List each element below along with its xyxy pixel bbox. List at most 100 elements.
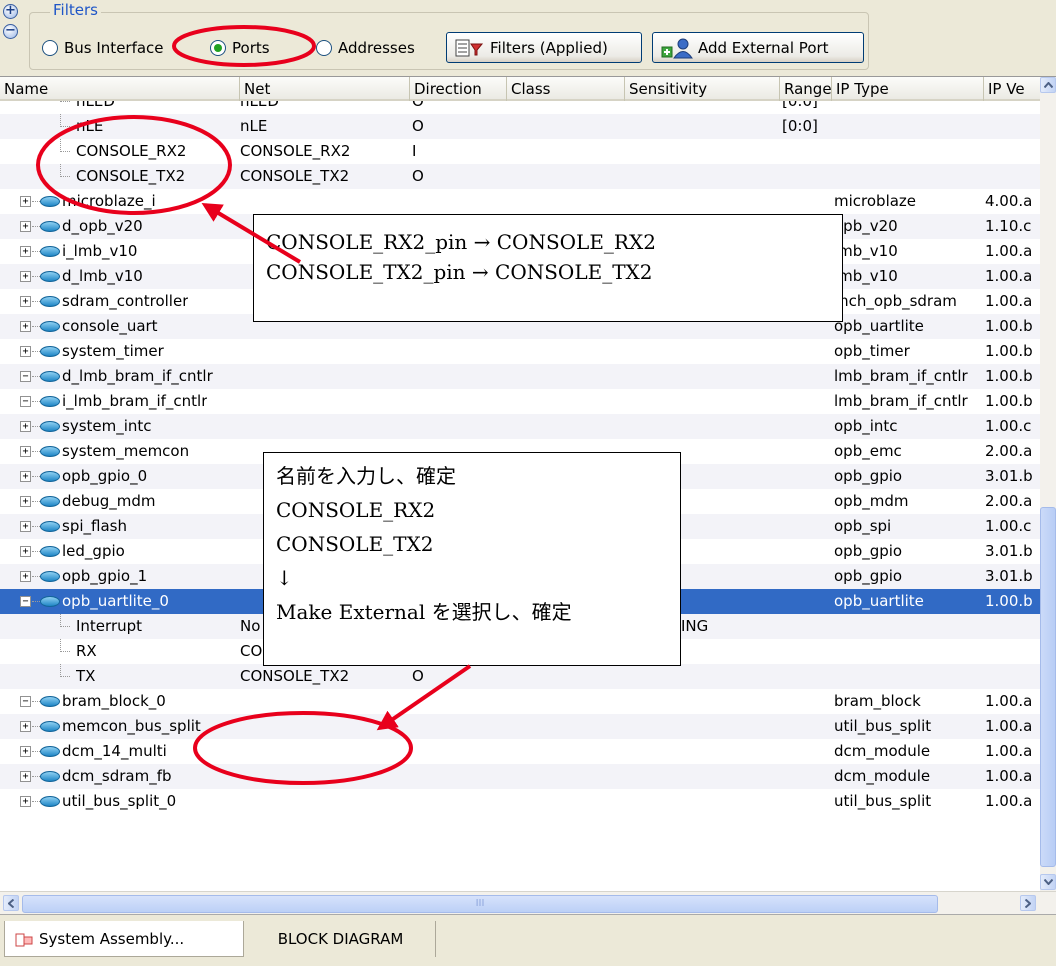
- expand-icon[interactable]: +: [20, 421, 31, 432]
- ip-row[interactable]: + util_bus_split_0 util_bus_split 1.00.a: [0, 789, 1040, 814]
- radio-circle[interactable]: [42, 40, 58, 56]
- annotation-callout-make-external: 名前を入力し、確定 CONSOLE_RX2 CONSOLE_TX2 ↓ Make…: [263, 452, 681, 666]
- tab-block-diagram[interactable]: BLOCK DIAGRAM: [246, 921, 436, 957]
- ip-type: opb_intc: [834, 417, 898, 435]
- ip-core-icon: [40, 221, 60, 232]
- expand-icon[interactable]: +: [20, 446, 31, 457]
- tree-connector: [32, 426, 40, 427]
- ip-core-icon: [40, 321, 60, 332]
- col-direction[interactable]: Direction: [410, 77, 507, 101]
- col-net[interactable]: Net: [240, 77, 410, 101]
- expand-icon[interactable]: +: [20, 571, 31, 582]
- ip-type: lmb_v10: [834, 267, 898, 285]
- collapse-all-icon[interactable]: −: [3, 24, 18, 39]
- ip-name: util_bus_split_0: [62, 792, 177, 810]
- ip-core-icon: [40, 596, 60, 607]
- port-row[interactable]: CONSOLE_RX2 CONSOLE_RX2 I: [0, 139, 1040, 164]
- vertical-scrollbar[interactable]: [1040, 77, 1056, 891]
- expand-icon[interactable]: +: [20, 321, 31, 332]
- expand-icon[interactable]: +: [20, 196, 31, 207]
- ip-row[interactable]: − d_lmb_bram_if_cntlr lmb_bram_if_cntlr 1.0…: [0, 364, 1040, 389]
- scroll-up-icon[interactable]: [1040, 77, 1056, 93]
- tree-connector: [32, 801, 40, 802]
- expand-icon[interactable]: +: [20, 521, 31, 532]
- ip-row[interactable]: − bram_block_0 bram_block 1.00.a: [0, 689, 1040, 714]
- radio-ports[interactable]: Ports: [210, 37, 270, 59]
- ip-row[interactable]: + dcm_sdram_fb dcm_module 1.00.a: [0, 764, 1040, 789]
- port-row[interactable]: TX CONSOLE_TX2 O: [0, 664, 1040, 689]
- vertical-scroll-thumb[interactable]: [1040, 507, 1056, 867]
- col-sensitivity[interactable]: Sensitivity: [625, 77, 780, 101]
- horizontal-scroll-thumb[interactable]: III: [22, 895, 938, 913]
- ip-row[interactable]: + system_timer opb_timer 1.00.b: [0, 339, 1040, 364]
- ip-row[interactable]: + dcm_14_multi dcm_module 1.00.a: [0, 739, 1040, 764]
- ip-row[interactable]: + system_intc opb_intc 1.00.c: [0, 414, 1040, 439]
- ip-row[interactable]: + microblaze_i microblaze 4.00.a: [0, 189, 1040, 214]
- callout-line: CONSOLE_RX2_pin → CONSOLE_RX2: [266, 230, 656, 254]
- expand-icon[interactable]: +: [20, 471, 31, 482]
- tree-connector: [32, 301, 40, 302]
- port-net: CONSOLE_TX2: [240, 167, 350, 185]
- tree-connector: [60, 101, 70, 102]
- add-external-port-button[interactable]: Add External Port: [652, 32, 864, 63]
- col-range[interactable]: Range: [780, 77, 832, 101]
- tree-connector: [32, 501, 40, 502]
- expand-icon[interactable]: +: [20, 546, 31, 557]
- ip-type: opb_uartlite: [834, 317, 924, 335]
- expand-icon[interactable]: +: [20, 496, 31, 507]
- expand-icon[interactable]: +: [20, 271, 31, 282]
- radio-circle-selected[interactable]: [210, 40, 226, 56]
- callout-line: CONSOLE_RX2: [276, 498, 436, 522]
- tree-connector: [32, 576, 40, 577]
- ip-name: opb_uartlite_0: [62, 592, 169, 610]
- port-row[interactable]: CONSOLE_TX2 CONSOLE_TX2 O: [0, 164, 1040, 189]
- collapse-icon[interactable]: −: [20, 396, 31, 407]
- ip-name: d_lmb_bram_if_cntlr: [62, 367, 213, 385]
- tree-connector: [32, 601, 40, 602]
- ip-name: spi_flash: [62, 517, 127, 535]
- filters-button[interactable]: Filters (Applied): [446, 32, 642, 63]
- system-assembly-icon: [15, 933, 33, 946]
- ip-version: 1.00.a: [985, 792, 1033, 810]
- radio-addresses[interactable]: Addresses: [316, 37, 415, 59]
- filters-bar: + − Filters Bus Interface Ports Addresse…: [0, 0, 1056, 74]
- collapse-icon[interactable]: −: [20, 371, 31, 382]
- col-ip-type[interactable]: IP Type: [832, 77, 984, 101]
- expand-icon[interactable]: +: [20, 296, 31, 307]
- expand-icon[interactable]: +: [20, 721, 31, 732]
- expand-all-icon[interactable]: +: [3, 4, 18, 19]
- collapse-icon[interactable]: −: [20, 696, 31, 707]
- tree-connector: [32, 201, 40, 202]
- ip-version: 2.00.a: [985, 492, 1033, 510]
- radio-bus-interface-label: Bus Interface: [64, 39, 164, 57]
- col-name[interactable]: Name: [0, 77, 240, 101]
- scroll-left-icon[interactable]: [3, 895, 19, 911]
- col-ip-version[interactable]: IP Ve: [984, 77, 1040, 101]
- expand-icon[interactable]: +: [20, 346, 31, 357]
- radio-circle[interactable]: [316, 40, 332, 56]
- ip-version: 3.01.b: [985, 542, 1033, 560]
- expand-icon[interactable]: +: [20, 746, 31, 757]
- filters-legend: Filters: [50, 1, 101, 19]
- horizontal-scrollbar[interactable]: III: [0, 891, 1056, 915]
- port-direction: O: [412, 667, 424, 685]
- ip-row[interactable]: − i_lmb_bram_if_cntlr lmb_bram_if_cntlr 1.0…: [0, 389, 1040, 414]
- ip-row[interactable]: + memcon_bus_split util_bus_split 1.00.a: [0, 714, 1040, 739]
- filters-button-label: Filters (Applied): [490, 38, 608, 57]
- col-class[interactable]: Class: [507, 77, 625, 101]
- scroll-down-icon[interactable]: [1040, 874, 1056, 890]
- ip-name: d_opb_v20: [62, 217, 143, 235]
- ip-name: d_lmb_v10: [62, 267, 143, 285]
- expand-icon[interactable]: +: [20, 246, 31, 257]
- scroll-right-icon[interactable]: [1020, 895, 1036, 911]
- expand-icon[interactable]: +: [20, 796, 31, 807]
- tree-connector: [32, 776, 40, 777]
- collapse-icon[interactable]: −: [20, 596, 31, 607]
- radio-bus-interface[interactable]: Bus Interface: [42, 37, 164, 59]
- expand-icon[interactable]: +: [20, 771, 31, 782]
- port-row[interactable]: nLE nLE O [0:0]: [0, 114, 1040, 139]
- port-row[interactable]: nLED nLED O [0:0]: [0, 101, 1040, 114]
- tab-system-assembly[interactable]: System Assembly...: [4, 921, 244, 957]
- port-net: CONSOLE_RX2: [240, 142, 351, 160]
- expand-icon[interactable]: +: [20, 221, 31, 232]
